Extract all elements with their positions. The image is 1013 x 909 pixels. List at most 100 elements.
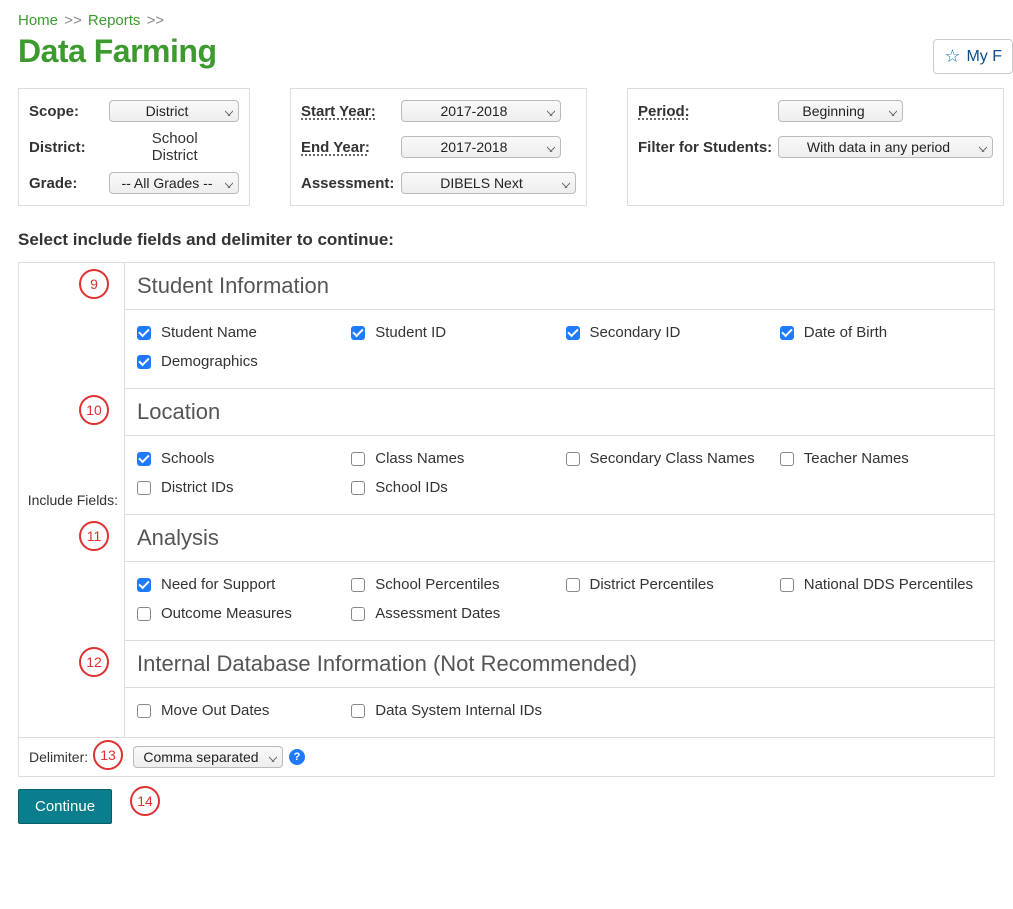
filter-students-label: Filter for Students: bbox=[638, 139, 778, 156]
breadcrumb: Home >> Reports >> bbox=[18, 12, 995, 29]
favorite-button[interactable]: ☆ My F bbox=[933, 39, 1013, 74]
include-fields-label: Include Fields: bbox=[28, 492, 118, 508]
checkbox-label: Secondary Class Names bbox=[590, 450, 755, 467]
checkbox-label: Need for Support bbox=[161, 576, 275, 593]
help-icon[interactable]: ? bbox=[289, 749, 305, 765]
checkbox-item[interactable]: Schools bbox=[137, 450, 341, 467]
checkbox[interactable] bbox=[137, 481, 151, 495]
scope-select[interactable]: District bbox=[109, 100, 239, 122]
grade-label: Grade: bbox=[29, 175, 109, 192]
delimiter-label: Delimiter: bbox=[29, 749, 97, 765]
grade-select[interactable]: -- All Grades -- bbox=[109, 172, 239, 194]
period-select[interactable]: Beginning bbox=[778, 100, 903, 122]
group-title: Location bbox=[137, 399, 220, 424]
checkbox[interactable] bbox=[137, 607, 151, 621]
callout-10: 10 bbox=[79, 395, 109, 425]
checkbox-item[interactable]: Outcome Measures bbox=[137, 605, 341, 622]
favorite-label: My F bbox=[966, 48, 1002, 66]
callout-12: 12 bbox=[79, 647, 109, 677]
checkbox-label: Date of Birth bbox=[804, 324, 887, 341]
checkbox[interactable] bbox=[566, 578, 580, 592]
checkbox-label: Teacher Names bbox=[804, 450, 909, 467]
checkbox[interactable] bbox=[137, 355, 151, 369]
end-year-select[interactable]: 2017-2018 bbox=[401, 136, 561, 158]
checkbox-label: Class Names bbox=[375, 450, 464, 467]
checkbox[interactable] bbox=[780, 452, 794, 466]
checkbox-item[interactable]: Data System Internal IDs bbox=[351, 702, 555, 719]
checkbox[interactable] bbox=[351, 452, 365, 466]
group-header: 10Location bbox=[125, 389, 994, 436]
checkbox[interactable] bbox=[137, 326, 151, 340]
checkbox-item[interactable]: Student ID bbox=[351, 324, 555, 341]
checkbox-item[interactable]: School Percentiles bbox=[351, 576, 555, 593]
period-label: Period: bbox=[638, 103, 778, 120]
checkbox-label: Student ID bbox=[375, 324, 446, 341]
delimiter-select[interactable]: Comma separated bbox=[133, 746, 283, 768]
checkbox-label: Student Name bbox=[161, 324, 257, 341]
continue-button[interactable]: Continue bbox=[18, 789, 112, 824]
checkbox-label: Assessment Dates bbox=[375, 605, 500, 622]
start-year-label: Start Year: bbox=[301, 103, 401, 120]
breadcrumb-home[interactable]: Home bbox=[18, 12, 58, 29]
checkbox-item[interactable]: Assessment Dates bbox=[351, 605, 555, 622]
checkbox-item[interactable]: District IDs bbox=[137, 479, 341, 496]
breadcrumb-sep: >> bbox=[147, 12, 165, 29]
checkbox-item[interactable]: Class Names bbox=[351, 450, 555, 467]
checkbox-item[interactable]: District Percentiles bbox=[566, 576, 770, 593]
checkbox[interactable] bbox=[351, 607, 365, 621]
group-title: Student Information bbox=[137, 273, 329, 298]
filter-students-select[interactable]: With data in any period bbox=[778, 136, 993, 158]
checkbox[interactable] bbox=[137, 452, 151, 466]
checkbox-label: District IDs bbox=[161, 479, 234, 496]
assessment-label: Assessment: bbox=[301, 175, 401, 192]
checkbox-item[interactable]: Need for Support bbox=[137, 576, 341, 593]
group-header: 9Student Information bbox=[125, 263, 994, 310]
checkbox-item[interactable]: Secondary ID bbox=[566, 324, 770, 341]
assessment-select[interactable]: DIBELS Next bbox=[401, 172, 576, 194]
group-body: Student Name Student ID Secondary ID Date o… bbox=[125, 310, 994, 389]
checkbox-label: National DDS Percentiles bbox=[804, 576, 973, 593]
checkbox-item[interactable]: Secondary Class Names bbox=[566, 450, 770, 467]
checkbox[interactable] bbox=[137, 578, 151, 592]
group-header: 12Internal Database Information (Not Rec… bbox=[125, 641, 994, 688]
callout-9: 9 bbox=[79, 269, 109, 299]
district-value: School District bbox=[102, 130, 239, 164]
checkbox[interactable] bbox=[780, 326, 794, 340]
checkbox-label: School IDs bbox=[375, 479, 448, 496]
checkbox-item[interactable]: Teacher Names bbox=[780, 450, 984, 467]
checkbox[interactable] bbox=[351, 326, 365, 340]
group-body: Move Out Dates Data System Internal IDs bbox=[125, 688, 994, 737]
checkbox-label: Data System Internal IDs bbox=[375, 702, 542, 719]
delimiter-row: Delimiter: 13 Comma separated ? bbox=[18, 738, 995, 777]
checkbox-label: Outcome Measures bbox=[161, 605, 292, 622]
checkbox[interactable] bbox=[351, 481, 365, 495]
checkbox[interactable] bbox=[351, 578, 365, 592]
checkbox-item[interactable]: Student Name bbox=[137, 324, 341, 341]
checkbox[interactable] bbox=[137, 704, 151, 718]
callout-11: 11 bbox=[79, 521, 109, 551]
checkbox-item[interactable]: School IDs bbox=[351, 479, 555, 496]
checkbox-item[interactable]: National DDS Percentiles bbox=[780, 576, 984, 593]
start-year-select[interactable]: 2017-2018 bbox=[401, 100, 561, 122]
checkbox-label: Secondary ID bbox=[590, 324, 681, 341]
group-header: 11Analysis bbox=[125, 515, 994, 562]
breadcrumb-reports[interactable]: Reports bbox=[88, 12, 141, 29]
checkbox-item[interactable]: Move Out Dates bbox=[137, 702, 341, 719]
include-fields-panel: Include Fields: 9Student InformationStud… bbox=[18, 262, 995, 738]
star-icon: ☆ bbox=[944, 46, 960, 67]
section-prompt: Select include fields and delimiter to c… bbox=[18, 230, 995, 250]
breadcrumb-sep: >> bbox=[64, 12, 82, 29]
filters-panel: Scope: District District: School Distric… bbox=[18, 88, 995, 206]
checkbox[interactable] bbox=[566, 452, 580, 466]
checkbox[interactable] bbox=[566, 326, 580, 340]
checkbox[interactable] bbox=[351, 704, 365, 718]
callout-13: 13 bbox=[93, 740, 123, 770]
checkbox-item[interactable]: Date of Birth bbox=[780, 324, 984, 341]
checkbox-label: District Percentiles bbox=[590, 576, 714, 593]
checkbox-label: Schools bbox=[161, 450, 214, 467]
district-label: District: bbox=[29, 139, 102, 156]
group-body: Schools Class Names Secondary Class Names T… bbox=[125, 436, 994, 515]
page-title: Data Farming bbox=[18, 33, 216, 70]
checkbox-item[interactable]: Demographics bbox=[137, 353, 341, 370]
checkbox[interactable] bbox=[780, 578, 794, 592]
